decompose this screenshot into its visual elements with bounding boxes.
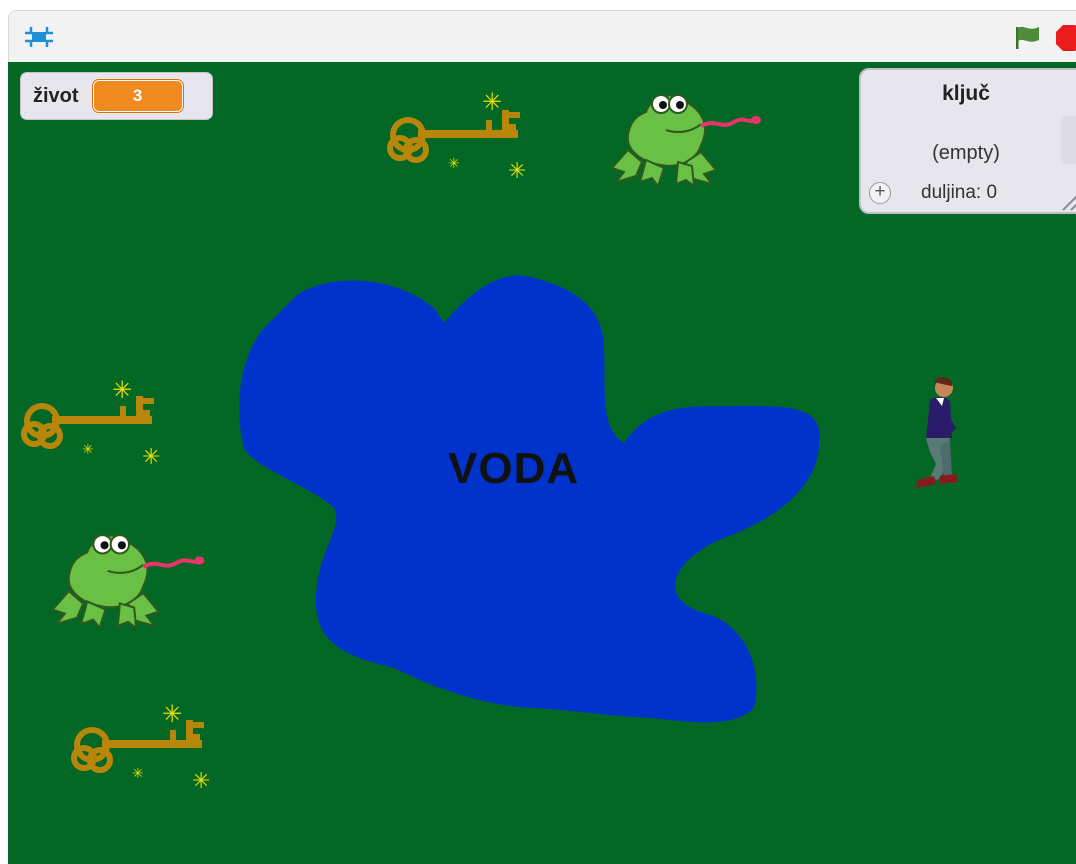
- frog-sprite[interactable]: [46, 530, 208, 632]
- svg-text:✳: ✳: [112, 376, 132, 404]
- key-sprite[interactable]: ✳ ✳ ✳: [378, 90, 528, 185]
- list-title: ključ: [942, 82, 990, 105]
- svg-text:✳: ✳: [508, 159, 526, 184]
- fullscreen-icon[interactable]: [23, 23, 55, 51]
- list-monitor-kljuc: ključ (empty) + duljina: 0: [859, 68, 1076, 214]
- variable-monitor-zivot: život 3: [20, 72, 213, 120]
- list-add-button[interactable]: +: [869, 182, 891, 204]
- stop-icon[interactable]: [1055, 24, 1076, 52]
- green-flag-icon[interactable]: [1012, 23, 1042, 53]
- svg-text:✳: ✳: [132, 766, 144, 782]
- svg-text:✳: ✳: [482, 90, 502, 116]
- variable-value: 3: [92, 80, 183, 112]
- svg-text:✳: ✳: [448, 156, 460, 172]
- pond-label: VODA: [448, 444, 580, 493]
- svg-text:✳: ✳: [82, 442, 94, 458]
- svg-text:✳: ✳: [162, 700, 182, 728]
- stage-toolbar: [8, 10, 1076, 62]
- list-length-label: duljina: 0: [921, 182, 998, 203]
- list-empty-text: (empty): [932, 142, 1000, 164]
- key-sprite[interactable]: ✳ ✳ ✳: [62, 700, 212, 795]
- frog-sprite[interactable]: [606, 90, 764, 190]
- resize-handle-icon[interactable]: [1059, 188, 1076, 212]
- svg-text:✳: ✳: [192, 769, 210, 794]
- variable-label: život: [33, 84, 79, 107]
- stage[interactable]: život 3 VODA ✳ ✳ ✳ ✳ ✳ ✳ ✳ ✳ ✳ ključ (em…: [8, 62, 1076, 864]
- list-footer: + duljina: 0: [861, 174, 1076, 212]
- key-sprite[interactable]: ✳ ✳ ✳: [12, 376, 162, 471]
- svg-text:✳: ✳: [142, 445, 160, 470]
- player-sprite[interactable]: [904, 376, 964, 498]
- pond-sprite[interactable]: [234, 268, 834, 728]
